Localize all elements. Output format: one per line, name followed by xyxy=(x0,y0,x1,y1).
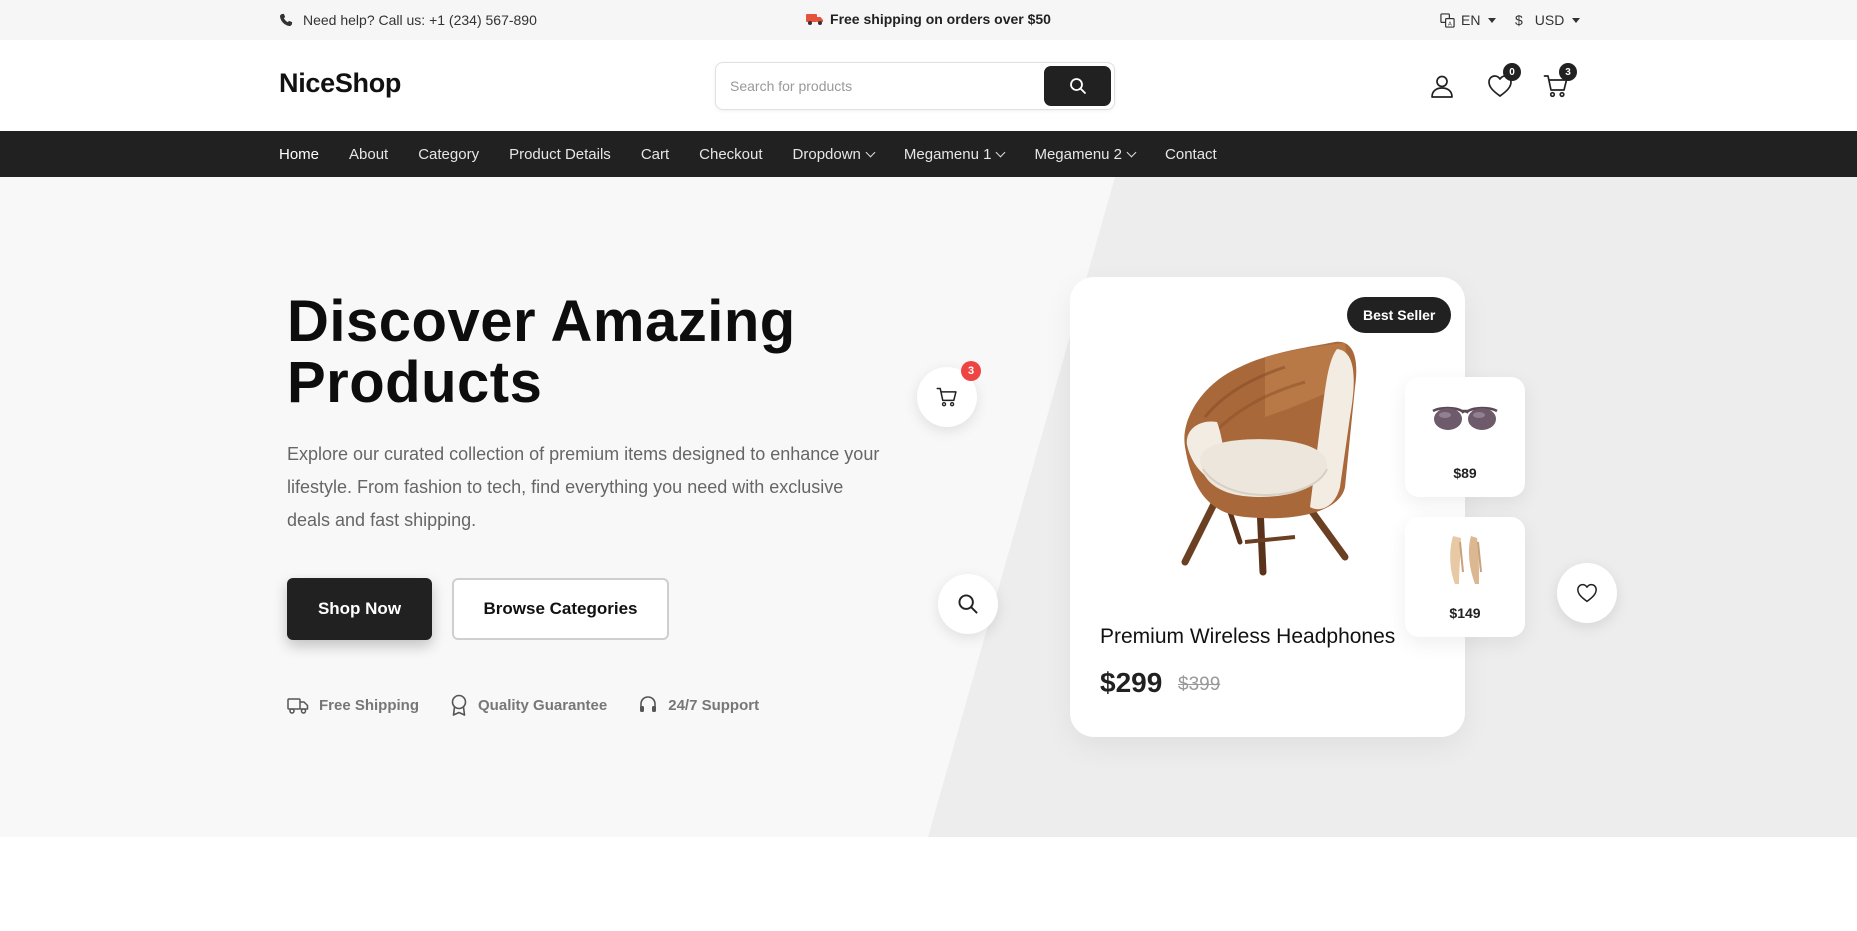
feature-label: Free Shipping xyxy=(319,696,420,714)
svg-text:A: A xyxy=(1448,21,1452,27)
search-icon xyxy=(958,594,978,614)
mini-product-price: $149 xyxy=(1449,605,1481,621)
product-price: $299 xyxy=(1100,667,1163,698)
nav-item-dropdown[interactable]: Dropdown xyxy=(792,145,876,163)
chevron-down-icon xyxy=(996,147,1006,157)
floating-wishlist-button[interactable] xyxy=(1557,563,1617,623)
nav-item-cart[interactable]: Cart xyxy=(641,146,669,163)
translate-icon: A xyxy=(1440,12,1455,28)
nav-item-about[interactable]: About xyxy=(349,146,388,163)
site-logo[interactable]: NiceShop xyxy=(279,68,401,99)
hero-section: Discover Amazing Products Explore our cu… xyxy=(0,177,1857,837)
main-nav: Home About Category Product Details Cart… xyxy=(0,131,1857,177)
shop-now-button[interactable]: Shop Now xyxy=(287,578,432,640)
search-button[interactable] xyxy=(1044,66,1111,106)
award-icon xyxy=(451,694,467,716)
caret-down-icon xyxy=(1488,17,1497,23)
feature-support: 24/7 Support xyxy=(638,694,759,716)
hero-background-shape xyxy=(928,177,1857,837)
hero-title-line1: Discover Amazing xyxy=(287,289,796,354)
hero-title-line2: Products xyxy=(287,350,543,415)
feature-quality-guarantee: Quality Guarantee xyxy=(450,694,607,716)
browse-categories-button[interactable]: Browse Categories xyxy=(452,578,669,640)
floating-cart-button[interactable]: 3 xyxy=(917,361,981,427)
search-input[interactable] xyxy=(730,63,1040,109)
cart-button[interactable]: 3 xyxy=(1540,63,1577,102)
nav-item-megamenu-1[interactable]: Megamenu 1 xyxy=(903,145,1006,163)
chair-image xyxy=(1181,341,1357,576)
nav-item-category[interactable]: Category xyxy=(418,146,479,163)
truck-icon xyxy=(287,698,309,714)
heart-icon xyxy=(1577,583,1597,603)
floating-search-button[interactable] xyxy=(938,574,998,634)
mini-product-price: $89 xyxy=(1453,465,1477,481)
headset-icon xyxy=(640,696,657,712)
nav-label: Category xyxy=(418,145,480,163)
sunglasses-image xyxy=(1432,406,1498,430)
nav-label: Megamenu 2 xyxy=(1034,145,1123,163)
currency-symbol: $ xyxy=(1515,12,1523,28)
product-title[interactable]: Premium Wireless Headphones xyxy=(1100,625,1395,649)
cart-icon xyxy=(936,387,957,407)
nav-item-checkout[interactable]: Checkout xyxy=(699,146,762,163)
feature-free-shipping: Free Shipping xyxy=(287,694,419,716)
search-icon xyxy=(1069,78,1086,94)
wishlist-button[interactable]: 0 xyxy=(1484,63,1521,102)
nav-label: Contact xyxy=(1165,145,1217,163)
language-label: EN xyxy=(1461,12,1481,28)
nav-label: About xyxy=(349,145,389,163)
nav-label: Megamenu 1 xyxy=(903,145,992,163)
nav-item-megamenu-2[interactable]: Megamenu 2 xyxy=(1034,145,1137,163)
feature-list: Free Shipping Quality Guarantee 24/7 Sup… xyxy=(287,694,759,716)
hero-description: Explore our curated collection of premiu… xyxy=(287,444,880,530)
chevron-down-icon xyxy=(1126,147,1137,157)
cart-count-badge: 3 xyxy=(1559,63,1577,81)
search-bar xyxy=(715,62,1115,110)
nav-item-contact[interactable]: Contact xyxy=(1165,146,1217,163)
nav-label: Product Details xyxy=(509,145,611,163)
truck-icon xyxy=(806,14,824,25)
wishlist-count-badge: 0 xyxy=(1503,63,1521,81)
feature-label: Quality Guarantee xyxy=(478,696,608,714)
currency-selector[interactable]: $ USD xyxy=(1515,12,1581,28)
feature-label: 24/7 Support xyxy=(668,696,760,714)
header: NiceShop 0 3 xyxy=(0,40,1857,131)
floating-cart-count-badge: 3 xyxy=(961,361,981,381)
nav-label: Checkout xyxy=(699,145,763,163)
nav-item-product-details[interactable]: Product Details xyxy=(509,146,611,163)
product-old-price: $399 xyxy=(1178,674,1221,695)
nav-label: Home xyxy=(279,145,320,163)
user-icon xyxy=(1431,75,1453,98)
nav-label: Dropdown xyxy=(792,145,861,163)
nav-label: Cart xyxy=(640,145,670,163)
hero-title: Discover Amazing Products xyxy=(287,291,907,413)
nav-item-home[interactable]: Home xyxy=(279,146,319,163)
mini-product-card-heels[interactable]: $149 xyxy=(1405,517,1525,637)
mini-product-card-sunglasses[interactable]: $89 xyxy=(1405,377,1525,497)
caret-down-icon xyxy=(1572,17,1581,23)
best-seller-badge: Best Seller xyxy=(1347,297,1452,333)
top-bar: Need help? Call us: +1 (234) 567-890 Fre… xyxy=(0,0,1857,40)
currency-label: USD xyxy=(1534,12,1565,28)
free-shipping-text: Free shipping on orders over $50 xyxy=(830,11,1051,27)
heels-image xyxy=(1450,536,1482,584)
account-button[interactable] xyxy=(1426,70,1458,102)
language-selector[interactable]: A EN xyxy=(1440,12,1497,28)
chevron-down-icon xyxy=(865,147,876,157)
